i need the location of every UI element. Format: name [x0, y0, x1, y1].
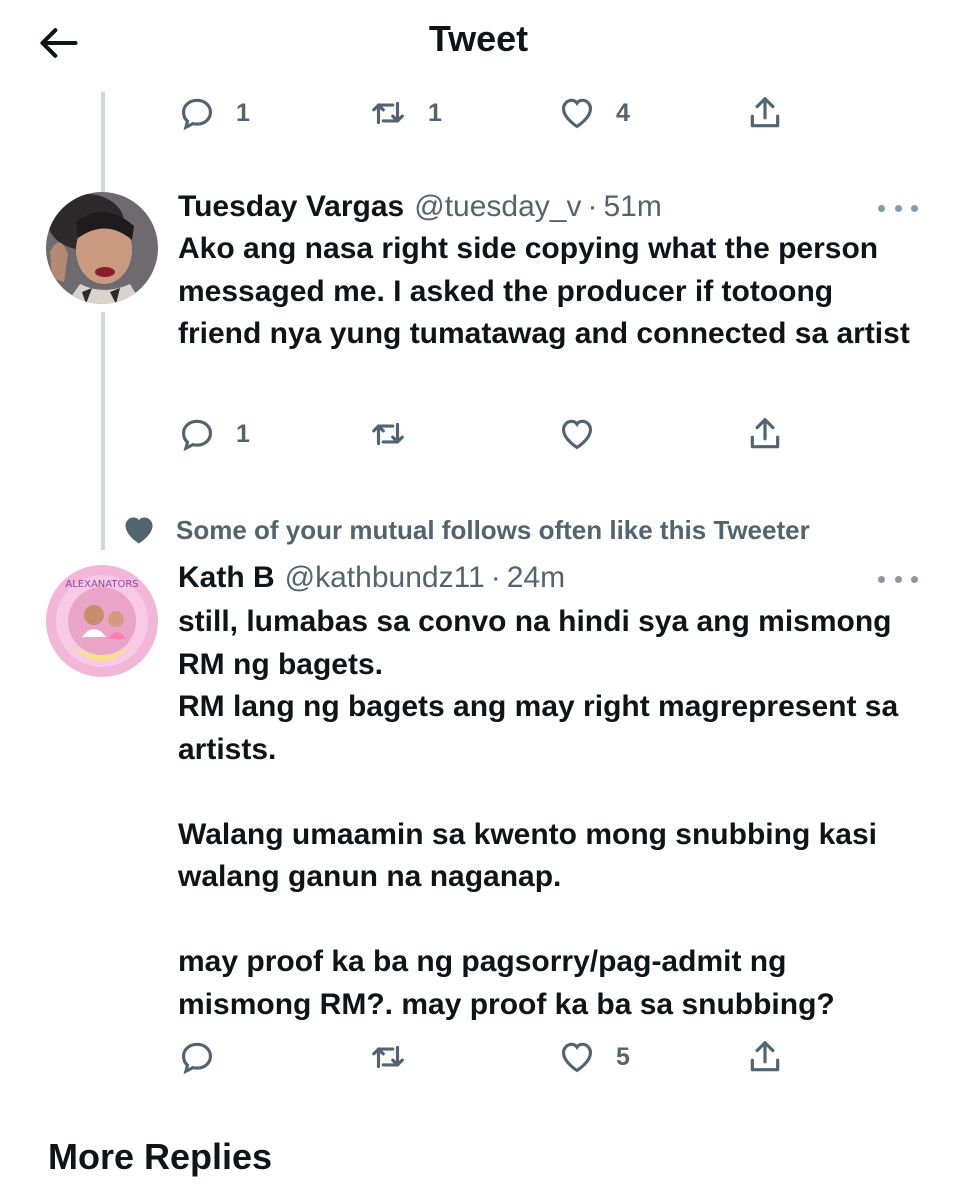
like-count: 4 — [616, 98, 630, 127]
display-name[interactable]: Tuesday Vargas — [178, 190, 404, 224]
tweet-text: still, lumabas sa convo na hindi sya ang… — [178, 605, 899, 1021]
share-button[interactable] — [746, 1038, 784, 1076]
reply-button[interactable] — [178, 1038, 236, 1076]
social-context-text: Some of your mutual follows often like t… — [176, 514, 810, 545]
reply-icon — [181, 98, 213, 131]
top-bar: Tweet — [0, 0, 957, 90]
like-button[interactable]: 4 — [558, 94, 630, 132]
like-count: 5 — [616, 1042, 630, 1071]
heart-icon — [561, 1042, 593, 1073]
tweet-header: Tuesday Vargas @tuesday_v · 51m — [178, 190, 662, 224]
share-icon — [750, 418, 780, 449]
more-dot-icon — [878, 205, 885, 212]
user-handle[interactable]: @tuesday_v — [414, 190, 581, 224]
avatar-kath-b[interactable]: ALEXANATORS — [46, 565, 158, 677]
user-handle[interactable]: @kathbundz11 — [285, 561, 485, 595]
avatar-tuesday-vargas[interactable] — [46, 192, 158, 304]
retweet-button[interactable] — [368, 1038, 428, 1076]
svg-text:ALEXANATORS: ALEXANATORS — [65, 579, 138, 590]
thread-line-middle — [101, 312, 105, 550]
reply-button[interactable]: 1 — [178, 415, 250, 453]
more-options-button[interactable] — [878, 576, 918, 583]
heart-filled-icon — [125, 517, 153, 544]
more-dot-icon — [894, 205, 902, 212]
tweet-timestamp[interactable]: 51m — [603, 190, 661, 224]
page-title: Tweet — [428, 18, 529, 59]
heart-icon — [561, 419, 593, 450]
like-button[interactable] — [558, 415, 616, 453]
more-dot-icon — [911, 576, 918, 583]
separator-dot: · — [587, 190, 598, 223]
more-dot-icon — [911, 205, 918, 212]
share-icon — [750, 1041, 780, 1072]
retweet-button[interactable]: 1 — [368, 94, 442, 132]
display-name[interactable]: Kath B — [178, 561, 275, 595]
retweet-icon — [372, 101, 404, 125]
tweet-header: Kath B @kathbundz11 · 24m — [178, 561, 565, 595]
retweet-icon — [372, 1045, 404, 1069]
separator-dot: · — [490, 561, 501, 594]
reply-icon — [181, 1042, 213, 1075]
retweet-count: 1 — [428, 98, 442, 127]
tweet-timestamp[interactable]: 24m — [507, 561, 565, 595]
more-options-button[interactable] — [878, 205, 918, 212]
more-dot-icon — [878, 576, 885, 583]
retweet-button[interactable] — [368, 415, 428, 453]
more-replies-heading[interactable]: More Replies — [48, 1136, 272, 1178]
heart-icon — [561, 98, 593, 129]
retweet-icon — [372, 422, 404, 446]
thread-line-top — [101, 92, 105, 192]
share-icon — [750, 97, 780, 128]
share-button[interactable] — [746, 94, 784, 132]
reply-button[interactable]: 1 — [178, 94, 250, 132]
avatar-image: ALEXANATORS — [46, 565, 158, 677]
reply-count: 1 — [236, 98, 250, 127]
reply-count: 1 — [236, 419, 250, 448]
share-button[interactable] — [746, 415, 784, 453]
reply-icon — [181, 419, 213, 452]
avatar-image — [46, 192, 158, 304]
social-context: Some of your mutual follows often like t… — [120, 512, 810, 548]
more-dot-icon — [894, 576, 902, 583]
like-button[interactable]: 5 — [558, 1038, 630, 1076]
tweet-text: Ako ang nasa right side copying what the… — [178, 232, 910, 350]
